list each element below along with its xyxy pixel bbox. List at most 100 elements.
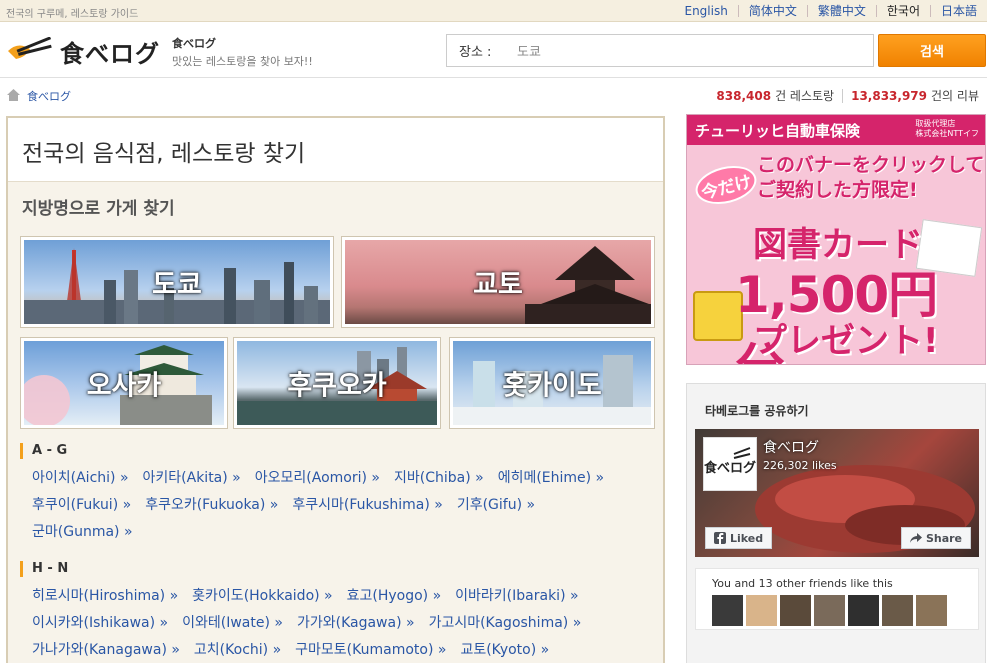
pref-ishikawa[interactable]: 이시카와(Ishikawa) » xyxy=(32,615,168,631)
review-count-label: 건의 리뷰 xyxy=(931,89,979,103)
prefecture-row: 이시카와(Ishikawa) » 이와테(Iwate) » 가가와(Kagawa) … xyxy=(32,612,595,632)
top-bar: 전국의 구루메, 레스토랑 가이드 English 简体中文 繁體中文 한국어 … xyxy=(0,0,987,22)
avatar[interactable] xyxy=(814,595,845,626)
pref-kumamoto[interactable]: 구마모토(Kumamoto) » xyxy=(295,642,446,658)
ad-header: チューリッヒ自動車保険 取扱代理店 株式会社NTTイフ xyxy=(687,115,985,145)
facebook-page-logo[interactable]: 食べログ xyxy=(703,437,757,491)
pref-iwate[interactable]: 이와테(Iwate) » xyxy=(182,615,283,631)
svg-text:食べログ: 食べログ xyxy=(704,460,756,476)
ad-line2: ご契約した方限定! xyxy=(757,179,918,201)
region-osaka[interactable]: 오사카 xyxy=(20,337,228,429)
avatar[interactable] xyxy=(712,595,743,626)
restaurant-count: 838,408 xyxy=(716,88,772,103)
tabelog-logo-icon: 食べログ xyxy=(704,447,756,476)
region-tokyo[interactable]: 도쿄 xyxy=(20,236,334,328)
breadcrumb-home[interactable]: 食べログ xyxy=(27,88,71,104)
ad-message: このバナーをクリックして ご契約した方限定! xyxy=(757,153,984,203)
pref-gunma[interactable]: 군마(Gunma) » xyxy=(32,524,133,540)
osaka-photo: 오사카 xyxy=(24,341,224,425)
region-fukuoka[interactable]: 후쿠오카 xyxy=(233,337,441,429)
ad-agent: 取扱代理店 株式会社NTTイフ xyxy=(915,119,979,138)
pref-gifu[interactable]: 기후(Gifu) » xyxy=(457,497,535,513)
group-head-a-g: A - G xyxy=(20,443,67,459)
pref-aomori[interactable]: 아오모리(Aomori) » xyxy=(255,470,380,486)
region-label: 후쿠오카 xyxy=(287,370,387,402)
lang-korean: 한국어 xyxy=(875,5,930,17)
facebook-page-card: 食べログ 食べログ 226,302 likes Liked Share xyxy=(695,429,979,557)
region-label: 교토 xyxy=(473,269,523,301)
region-label: 도쿄 xyxy=(152,269,202,301)
region-hokkaido[interactable]: 홋카이도 xyxy=(449,337,655,429)
site-counts: 838,408 건 레스토랑 13,833,979 건의 리뷰 xyxy=(716,87,979,104)
main-panel: 전국의 음식점, 레스토랑 찾기 지방명으로 가게 찾기 도쿄 교토 오사카 후… xyxy=(6,116,665,663)
pref-kochi[interactable]: 고치(Kochi) » xyxy=(194,642,281,658)
page-title: 전국의 음식점, 레스토랑 찾기 xyxy=(8,118,663,182)
pref-akita[interactable]: 아키타(Akita) » xyxy=(143,470,241,486)
pref-kanagawa[interactable]: 가나가와(Kanagawa) » xyxy=(32,642,180,658)
search-button[interactable]: 검색 xyxy=(878,34,986,67)
region-label: 홋카이도 xyxy=(502,370,602,402)
group-head-h-n: H - N xyxy=(20,561,68,577)
avatar[interactable] xyxy=(746,595,777,626)
pref-kyoto[interactable]: 교토(Kyoto) » xyxy=(460,642,549,658)
friends-text: You and 13 other friends like this xyxy=(712,577,893,590)
search-box: 장소 : xyxy=(446,34,874,67)
site-tagline: 전국의 구루메, 레스토랑 가이드 xyxy=(6,9,139,20)
language-switcher: English 简体中文 繁體中文 한국어 日本語 xyxy=(674,0,987,22)
pref-aichi[interactable]: 아이치(Aichi) » xyxy=(32,470,129,486)
facebook-liked-button[interactable]: Liked xyxy=(705,527,773,549)
prefecture-row: 군마(Gunma) » xyxy=(32,521,147,541)
lang-japanese[interactable]: 日本語 xyxy=(929,5,987,17)
kyoto-photo: 교토 xyxy=(345,240,651,324)
search-input[interactable] xyxy=(517,43,857,58)
facebook-icon xyxy=(714,532,726,544)
tokyo-photo: 도쿄 xyxy=(24,240,330,324)
pref-chiba[interactable]: 지바(Chiba) » xyxy=(394,470,484,486)
avatar[interactable] xyxy=(780,595,811,626)
share-label: Share xyxy=(925,531,962,545)
header: 食べログ 食べログ 맛있는 레스토랑을 찾아 보자!! 장소 : 검색 xyxy=(0,22,987,78)
fukuoka-photo: 후쿠오카 xyxy=(237,341,437,425)
pref-hyogo[interactable]: 효고(Hyogo) » xyxy=(347,588,442,604)
logo[interactable]: 食べログ xyxy=(6,34,160,69)
pref-ehime[interactable]: 에히메(Ehime) » xyxy=(498,470,604,486)
facebook-share-button[interactable]: Share xyxy=(900,527,971,549)
pref-hokkaido[interactable]: 홋카이도(Hokkaido) » xyxy=(192,588,332,604)
pref-fukuoka[interactable]: 후쿠오카(Fukuoka) » xyxy=(145,497,278,513)
pref-kagoshima[interactable]: 가고시마(Kagoshima) » xyxy=(429,615,582,631)
lang-traditional-chinese[interactable]: 繁體中文 xyxy=(806,5,876,17)
breadcrumb-bar: 食べログ 838,408 건 레스토랑 13,833,979 건의 리뷰 xyxy=(0,78,987,112)
region-label: 오사카 xyxy=(86,370,162,402)
hokkaido-photo: 홋카이도 xyxy=(453,341,651,425)
prefecture-row: 가나가와(Kanagawa) » 고치(Kochi) » 구마모토(Kumamoto… xyxy=(32,639,563,659)
section-title: 지방명으로 가게 찾기 xyxy=(22,199,175,219)
pref-fukushima[interactable]: 후쿠시마(Fukushima) » xyxy=(292,497,442,513)
pref-hiroshima[interactable]: 히로시마(Hiroshima) » xyxy=(32,588,178,604)
share-widget: 타베로그를 공유하기 食べログ 食べログ 226,302 likes Liked… xyxy=(686,383,986,663)
review-count: 13,833,979 xyxy=(851,88,928,103)
home-icon xyxy=(7,89,20,101)
logo-text: 食べログ xyxy=(60,40,160,68)
site-slogan: 맛있는 레스토랑을 찾아 보자!! xyxy=(172,55,313,68)
pref-fukui[interactable]: 후쿠이(Fukui) » xyxy=(32,497,131,513)
lang-english[interactable]: English xyxy=(674,5,737,17)
avatar[interactable] xyxy=(882,595,913,626)
ad-line1: このバナーをクリックして xyxy=(757,154,985,176)
share-arrow-icon xyxy=(909,533,922,543)
facebook-page-name[interactable]: 食べログ xyxy=(763,437,819,457)
prefecture-row: 히로시마(Hiroshima) » 홋카이도(Hokkaido) » 효고(Hyog… xyxy=(32,585,593,605)
chopsticks-logo-icon xyxy=(8,36,52,59)
prefecture-row: 아이치(Aichi) » 아키타(Akita) » 아오모리(Aomori) » 지바… xyxy=(32,467,618,487)
share-title: 타베로그를 공유하기 xyxy=(705,404,809,418)
ad-banner[interactable]: チューリッヒ自動車保険 取扱代理店 株式会社NTTイフ 今だけ このバナーをクリッ… xyxy=(686,114,986,365)
lang-simplified-chinese[interactable]: 简体中文 xyxy=(737,5,807,17)
pref-ibaraki[interactable]: 이바라키(Ibaraki) » xyxy=(455,588,578,604)
site-description: 食べログ 맛있는 레스토랑을 찾아 보자!! xyxy=(172,35,313,69)
ad-brand: チューリッヒ自動車保険 xyxy=(695,122,861,140)
avatar[interactable] xyxy=(916,595,947,626)
region-kyoto[interactable]: 교토 xyxy=(341,236,655,328)
facebook-friends: You and 13 other friends like this xyxy=(695,568,979,630)
pref-kagawa[interactable]: 가가와(Kagawa) » xyxy=(297,615,415,631)
friend-avatars xyxy=(712,595,947,626)
avatar[interactable] xyxy=(848,595,879,626)
